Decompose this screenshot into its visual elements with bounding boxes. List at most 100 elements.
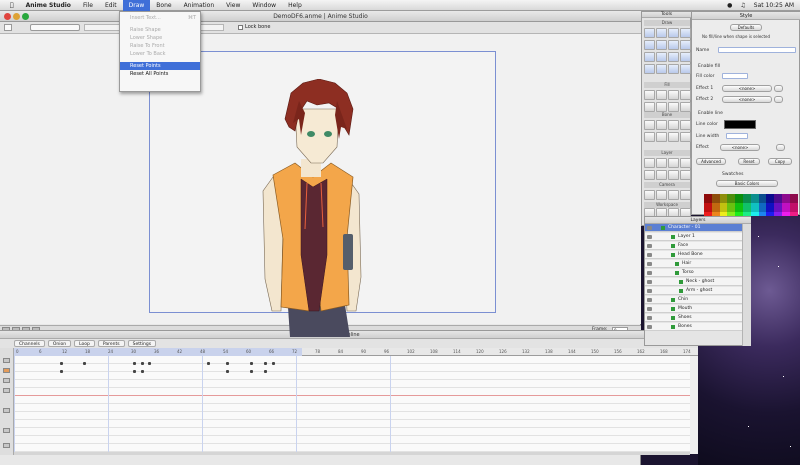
- layer-row[interactable]: Arm - ghost: [645, 287, 742, 295]
- color-swatch[interactable]: [766, 194, 775, 203]
- rotate-layer-icon[interactable]: [656, 132, 667, 142]
- effect2-more-button[interactable]: [774, 96, 783, 103]
- bone-strength-icon[interactable]: [644, 120, 655, 130]
- reparent-bone-icon[interactable]: [680, 102, 691, 112]
- color-swatch[interactable]: [735, 202, 743, 212]
- color-swatch[interactable]: [727, 194, 736, 203]
- keyframe[interactable]: [264, 370, 267, 373]
- keyframe[interactable]: [133, 362, 136, 365]
- color-swatch[interactable]: [750, 202, 759, 212]
- menu-item-reset-all-points[interactable]: Reset All Points: [120, 70, 200, 78]
- timeline-ruler[interactable]: 0 6 12 18 24 30 36 42 48 54 60 66 72 78 84 90 96 102 108 11…: [14, 348, 698, 356]
- effect-more-button[interactable]: [776, 144, 785, 151]
- channel-icon[interactable]: [3, 378, 10, 383]
- curve-profile-icon[interactable]: [680, 90, 691, 100]
- line-width-field[interactable]: [726, 133, 748, 139]
- layers-scrollbar[interactable]: [742, 224, 751, 346]
- eye-icon[interactable]: [647, 235, 652, 239]
- stroke-exposure-icon[interactable]: [668, 90, 679, 100]
- color-swatch[interactable]: [711, 202, 720, 212]
- color-swatch[interactable]: [704, 202, 712, 212]
- minimize-button[interactable]: [13, 13, 20, 20]
- channel-icon[interactable]: [3, 428, 10, 433]
- eye-icon[interactable]: [647, 262, 652, 266]
- menu-item-lower-to-back[interactable]: Lower To Back: [120, 50, 200, 58]
- color-swatch[interactable]: [719, 202, 728, 212]
- menu-animation[interactable]: Animation: [178, 0, 221, 11]
- pan-workspace-icon[interactable]: [644, 170, 655, 180]
- hide-edge-icon[interactable]: [656, 90, 667, 100]
- eye-icon[interactable]: [647, 316, 652, 320]
- color-swatch[interactable]: [789, 194, 798, 203]
- manipulate-bones-icon[interactable]: [656, 120, 667, 130]
- color-swatch[interactable]: [758, 194, 767, 203]
- keyframe[interactable]: [264, 362, 267, 365]
- delete-edge-icon[interactable]: [680, 64, 691, 74]
- reset-button[interactable]: Reset: [738, 158, 760, 165]
- clock[interactable]: Sat 10:25 AM: [754, 0, 794, 11]
- keyframe[interactable]: [141, 362, 144, 365]
- flip-layer-icon[interactable]: [680, 132, 691, 142]
- layer-row[interactable]: Chin: [645, 296, 742, 304]
- menu-item-raise-shape[interactable]: Raise Shape: [120, 26, 200, 34]
- enable-fill-label[interactable]: Enable fill: [698, 64, 720, 69]
- eye-icon[interactable]: [647, 289, 652, 293]
- loop-button[interactable]: Loop: [74, 340, 95, 347]
- color-swatch[interactable]: [758, 202, 767, 212]
- channel-icon[interactable]: [3, 368, 10, 373]
- advanced-button[interactable]: Advanced: [696, 158, 726, 165]
- channel-icon[interactable]: [3, 443, 10, 448]
- eye-icon[interactable]: [647, 244, 652, 248]
- name-field[interactable]: [718, 47, 796, 53]
- menu-item-lower-shape[interactable]: Lower Shape: [120, 34, 200, 42]
- color-swatch[interactable]: [743, 194, 751, 203]
- color-swatch[interactable]: [727, 202, 736, 212]
- timeline-grid[interactable]: [14, 356, 690, 452]
- keyframe[interactable]: [207, 362, 210, 365]
- translate-points-icon[interactable]: [656, 28, 667, 38]
- color-swatch[interactable]: [750, 194, 759, 203]
- enable-line-label[interactable]: Enable line: [698, 111, 723, 116]
- line-color-swatch[interactable]: [724, 120, 756, 129]
- eyedropper-icon[interactable]: [644, 190, 655, 200]
- keyframe[interactable]: [60, 362, 63, 365]
- timeline-channel-row[interactable]: [14, 380, 690, 388]
- add-point-icon[interactable]: [644, 40, 655, 50]
- freehand-icon[interactable]: [680, 40, 691, 50]
- color-swatch[interactable]: [743, 202, 751, 212]
- channel-icon[interactable]: [3, 358, 10, 363]
- eye-icon[interactable]: [647, 271, 652, 275]
- settings-button[interactable]: Settings: [127, 340, 157, 347]
- volume-icon[interactable]: ♫: [740, 0, 745, 11]
- timeline-channel-row[interactable]: [14, 372, 690, 380]
- layer-row[interactable]: Bones: [645, 323, 742, 331]
- color-swatch[interactable]: [782, 194, 790, 203]
- layer-row[interactable]: Face: [645, 242, 742, 250]
- timeline-channel-row[interactable]: [14, 436, 690, 444]
- zoom-workspace-icon[interactable]: [656, 170, 667, 180]
- menu-edit[interactable]: Edit: [99, 0, 123, 11]
- transform-icon[interactable]: [4, 24, 12, 31]
- translate-layer-icon[interactable]: [680, 120, 691, 130]
- character-drawing[interactable]: [255, 79, 370, 337]
- menu-file[interactable]: File: [77, 0, 99, 11]
- layer-row[interactable]: Neck - ghost: [645, 278, 742, 286]
- timeline-channel-row[interactable]: [14, 420, 690, 428]
- eye-icon[interactable]: [647, 280, 652, 284]
- timeline-channel-row[interactable]: [14, 388, 690, 396]
- layer-row[interactable]: Character - 01: [645, 224, 742, 232]
- color-swatch[interactable]: [789, 202, 798, 212]
- keyframe[interactable]: [272, 362, 275, 365]
- select-points-icon[interactable]: [644, 28, 655, 38]
- keyframe[interactable]: [250, 370, 253, 373]
- layer-row[interactable]: Head Bone: [645, 251, 742, 259]
- copy-button[interactable]: Copy: [768, 158, 792, 165]
- keyframe[interactable]: [226, 370, 229, 373]
- timeline-channel-row[interactable]: [14, 396, 690, 404]
- keyframe[interactable]: [133, 370, 136, 373]
- create-shape-icon[interactable]: [656, 64, 667, 74]
- close-button[interactable]: [4, 13, 11, 20]
- paint-bucket-icon[interactable]: [668, 64, 679, 74]
- roll-camera-icon[interactable]: [668, 158, 679, 168]
- color-swatch[interactable]: [766, 202, 775, 212]
